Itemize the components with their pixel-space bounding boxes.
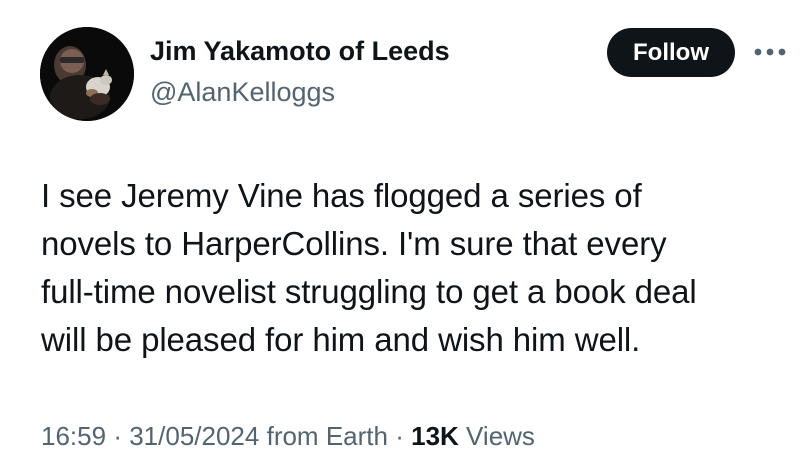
views-count[interactable]: 13K	[411, 421, 459, 451]
meta-separator: ·	[113, 421, 122, 451]
more-horizontal-icon	[754, 48, 786, 56]
tweet-text-line: full-time novelist struggling to get a b…	[41, 273, 697, 310]
avatar[interactable]	[40, 27, 134, 121]
tweet-card: Jim Yakamoto of Leeds @AlanKelloggs Foll…	[0, 0, 811, 471]
author-handle[interactable]: @AlanKelloggs	[150, 75, 335, 109]
meta-separator: ·	[395, 421, 404, 451]
tweet-meta: 16:59 · 31/05/2024 from Earth · 13K View…	[41, 419, 535, 453]
tweet-source: from Earth	[266, 421, 388, 451]
views-label[interactable]: Views	[466, 421, 535, 451]
author-display-name[interactable]: Jim Yakamoto of Leeds	[150, 34, 450, 68]
tweet-date[interactable]: 31/05/2024	[129, 421, 259, 451]
tweet-text-line: I see Jeremy Vine has flogged a series o…	[41, 177, 642, 214]
avatar-photo	[40, 27, 134, 121]
more-options-button[interactable]	[750, 34, 790, 70]
tweet-time[interactable]: 16:59	[41, 421, 106, 451]
tweet-text: I see Jeremy Vine has flogged a series o…	[41, 172, 801, 364]
follow-button[interactable]: Follow	[607, 28, 735, 77]
tweet-text-line: will be pleased for him and wish him wel…	[41, 321, 641, 358]
tweet-text-line: novels to HarperCollins. I'm sure that e…	[41, 225, 667, 262]
